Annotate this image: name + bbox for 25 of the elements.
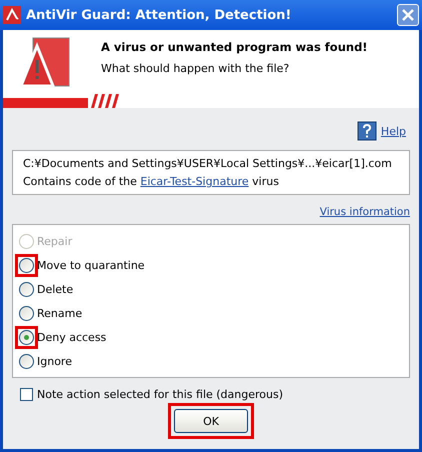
option-label[interactable]: Move to quarantine: [37, 258, 145, 272]
radio-button[interactable]: [19, 282, 34, 296]
option-label[interactable]: Deny access: [37, 330, 106, 344]
radio-button[interactable]: [19, 330, 34, 344]
file-path: C:¥Documents and Settings¥USER¥Local Settings¥...¥eicar[1].com: [23, 157, 393, 170]
option-label[interactable]: Rename: [37, 306, 82, 320]
app-logo-icon: [3, 6, 21, 24]
checkbox[interactable]: [20, 388, 33, 401]
help-link[interactable]: Help: [380, 124, 406, 138]
radio-button[interactable]: [19, 306, 34, 320]
close-icon: [401, 8, 415, 22]
checkbox-label[interactable]: Note action selected for this file (dangerous): [37, 388, 284, 401]
help-icon[interactable]: [356, 121, 377, 141]
radio-button[interactable]: [19, 354, 34, 368]
alert-heading: A virus or unwanted program was found!: [101, 40, 368, 54]
alert-question: What should happen with the file?: [101, 62, 290, 75]
option-label[interactable]: Delete: [37, 282, 74, 296]
option-label[interactable]: Ignore: [37, 354, 72, 368]
virus-information-link[interactable]: Virus information: [320, 206, 410, 218]
ok-button[interactable]: OK: [174, 409, 248, 433]
detection-text: Contains code of the Eicar-Test-Signature virus: [23, 175, 280, 188]
window-title: AntiVir Guard: Attention, Detection!: [26, 8, 292, 22]
close-button[interactable]: [397, 4, 419, 26]
signature-link[interactable]: Eicar-Test-Signature: [140, 175, 249, 188]
radio-button[interactable]: [19, 258, 34, 272]
